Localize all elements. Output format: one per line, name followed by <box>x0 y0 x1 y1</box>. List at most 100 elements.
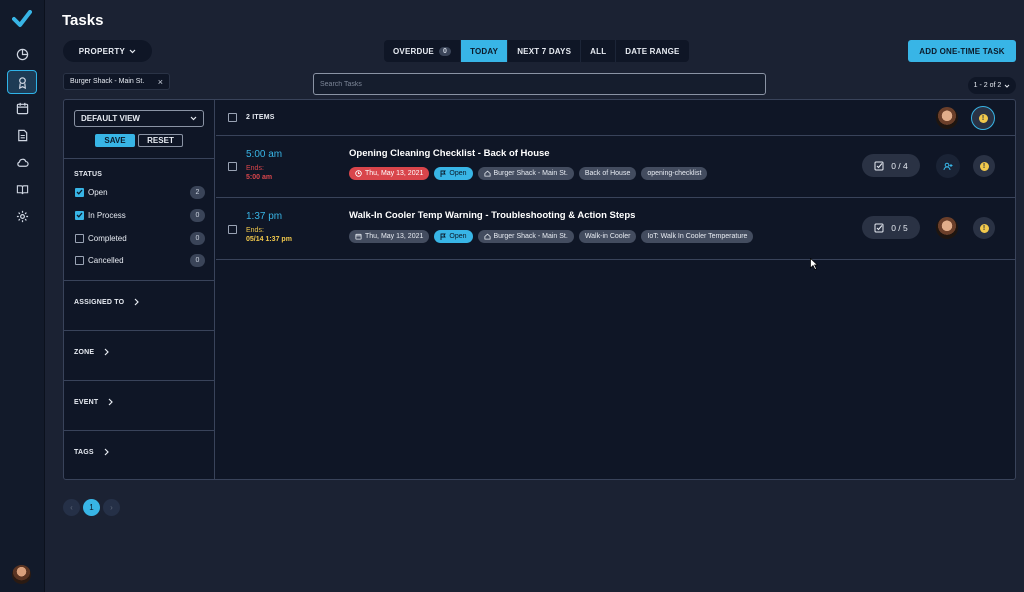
assignee-avatar[interactable] <box>936 217 958 239</box>
checkbox[interactable] <box>75 210 84 220</box>
document-icon <box>17 129 27 141</box>
tab-next-7-days[interactable]: NEXT 7 DAYS <box>508 40 582 62</box>
reset-view-button[interactable]: RESET <box>138 134 183 147</box>
add-one-time-task-button[interactable]: ADD ONE-TIME TASK <box>908 40 1016 62</box>
zone-tag: Walk-in Cooler <box>578 230 637 243</box>
status-count: 0 <box>190 231 205 245</box>
view-select[interactable]: DEFAULT VIEW <box>74 110 204 127</box>
filters-sidebar: DEFAULT VIEW SAVE RESET STATUS Open 2 In… <box>64 100 215 479</box>
date-tag: Thu, May 13, 2021 <box>349 230 430 243</box>
location-tag: Burger Shack - Main St. <box>477 167 574 180</box>
page-title: Tasks <box>62 12 104 29</box>
status-filter-cancelled[interactable]: Cancelled 0 <box>75 253 205 267</box>
prev-page-button[interactable]: ‹ <box>63 499 80 516</box>
checkbox[interactable] <box>75 187 84 197</box>
pagination-count: 1 - 2 of 2 <box>973 82 1002 89</box>
divider <box>64 430 215 431</box>
ends-label: Ends: <box>246 165 264 172</box>
priority-indicator[interactable]: ! <box>973 217 995 239</box>
checklist-text: 0 / 4 <box>891 160 908 171</box>
page-1-button[interactable]: 1 <box>83 499 100 516</box>
property-label: PROPERTY <box>78 46 126 56</box>
check-logo-icon[interactable] <box>12 10 32 28</box>
checkbox[interactable] <box>75 233 84 243</box>
section-label: TAGS <box>74 448 94 456</box>
tag-text: Burger Shack - Main St. <box>493 233 568 240</box>
task-row[interactable]: 1:37 pm Ends: 05/14 1:37 pm Walk-In Cool… <box>216 198 1015 260</box>
search-input[interactable] <box>313 73 766 95</box>
nav-dashboard[interactable] <box>7 42 37 66</box>
status-filter-in-process[interactable]: In Process 0 <box>75 208 205 222</box>
add-user-icon <box>943 162 953 170</box>
pagination-count-dropdown[interactable]: 1 - 2 of 2 <box>968 77 1016 94</box>
tab-label: ALL <box>590 46 607 56</box>
ends-label: Ends: <box>246 227 264 234</box>
calendar-icon <box>16 102 28 114</box>
tasks-icon <box>18 76 26 89</box>
user-avatar[interactable] <box>12 565 31 584</box>
tab-today[interactable]: TODAY <box>461 40 509 62</box>
checklist-progress[interactable]: 0 / 4 <box>862 154 920 177</box>
task-checkbox[interactable] <box>228 225 237 234</box>
divider <box>64 158 215 159</box>
assign-user-button[interactable] <box>936 154 960 178</box>
status-filter-open[interactable]: Open 2 <box>75 185 205 199</box>
priority-filter-button[interactable]: ! <box>971 106 995 130</box>
sidebar <box>0 0 45 592</box>
property-dropdown[interactable]: PROPERTY <box>63 40 152 62</box>
save-view-button[interactable]: SAVE <box>95 134 135 147</box>
date-text: Thu, May 13, 2021 <box>365 170 424 177</box>
checklist-progress[interactable]: 0 / 5 <box>862 216 920 239</box>
status-text: Open <box>449 233 467 240</box>
filter-assigned-to[interactable]: ASSIGNED TO <box>74 298 140 306</box>
tab-date-range[interactable]: DATE RANGE <box>616 40 688 62</box>
task-title[interactable]: Walk-In Cooler Temp Warning - Troublesho… <box>349 210 635 221</box>
gear-icon <box>16 210 28 222</box>
status-label: In Process <box>88 210 126 220</box>
tab-label: TODAY <box>470 46 499 56</box>
property-filter-chip: Burger Shack - Main St. × <box>63 73 170 90</box>
divider <box>64 330 215 331</box>
select-all-checkbox[interactable] <box>228 113 237 122</box>
tasks-panel: DEFAULT VIEW SAVE RESET STATUS Open 2 In… <box>63 99 1016 480</box>
check-icon <box>76 189 83 195</box>
tab-overdue[interactable]: OVERDUE 0 <box>384 40 462 62</box>
tab-label: NEXT 7 DAYS <box>517 46 572 56</box>
chevron-down-icon <box>1004 84 1010 88</box>
chip-label: Burger Shack - Main St. <box>70 78 145 85</box>
date-text: Thu, May 13, 2021 <box>365 233 424 240</box>
filter-zone[interactable]: ZONE <box>74 348 110 356</box>
checkbox-icon <box>874 223 884 232</box>
chevron-right-icon <box>104 348 110 356</box>
tab-all[interactable]: ALL <box>581 40 617 62</box>
nav-settings[interactable] <box>7 204 37 228</box>
section-label: ZONE <box>74 348 95 356</box>
task-title[interactable]: Opening Cleaning Checklist - Back of Hou… <box>349 148 550 159</box>
nav-cloud[interactable] <box>7 150 37 174</box>
checkbox[interactable] <box>75 255 84 265</box>
status-filter-completed[interactable]: Completed 0 <box>75 231 205 245</box>
checkbox-icon <box>874 161 884 170</box>
status-label: Cancelled <box>88 255 124 265</box>
label-tag: IoT: Walk In Cooler Temperature <box>641 230 754 243</box>
cloud-icon <box>16 158 29 167</box>
nav-library[interactable] <box>7 177 37 201</box>
filter-event[interactable]: EVENT <box>74 398 114 406</box>
pagination: ‹ 1 › <box>63 499 120 516</box>
next-page-button[interactable]: › <box>103 499 120 516</box>
close-icon[interactable]: × <box>158 77 163 87</box>
nav-tasks[interactable] <box>7 70 37 94</box>
filter-tags[interactable]: TAGS <box>74 448 109 456</box>
divider <box>64 380 215 381</box>
home-icon <box>483 170 491 177</box>
nav-documents[interactable] <box>7 123 37 147</box>
priority-indicator[interactable]: ! <box>973 155 995 177</box>
zone-tag: Back of House <box>578 167 637 180</box>
flag-icon <box>440 233 447 240</box>
chevron-right-icon <box>104 448 109 456</box>
task-row[interactable]: 5:00 am Ends: 5:00 am Opening Cleaning C… <box>216 136 1015 198</box>
assignee-filter-avatar[interactable] <box>936 107 958 129</box>
nav-calendar[interactable] <box>7 96 37 120</box>
status-tag: Open <box>434 230 473 243</box>
task-checkbox[interactable] <box>228 162 237 171</box>
